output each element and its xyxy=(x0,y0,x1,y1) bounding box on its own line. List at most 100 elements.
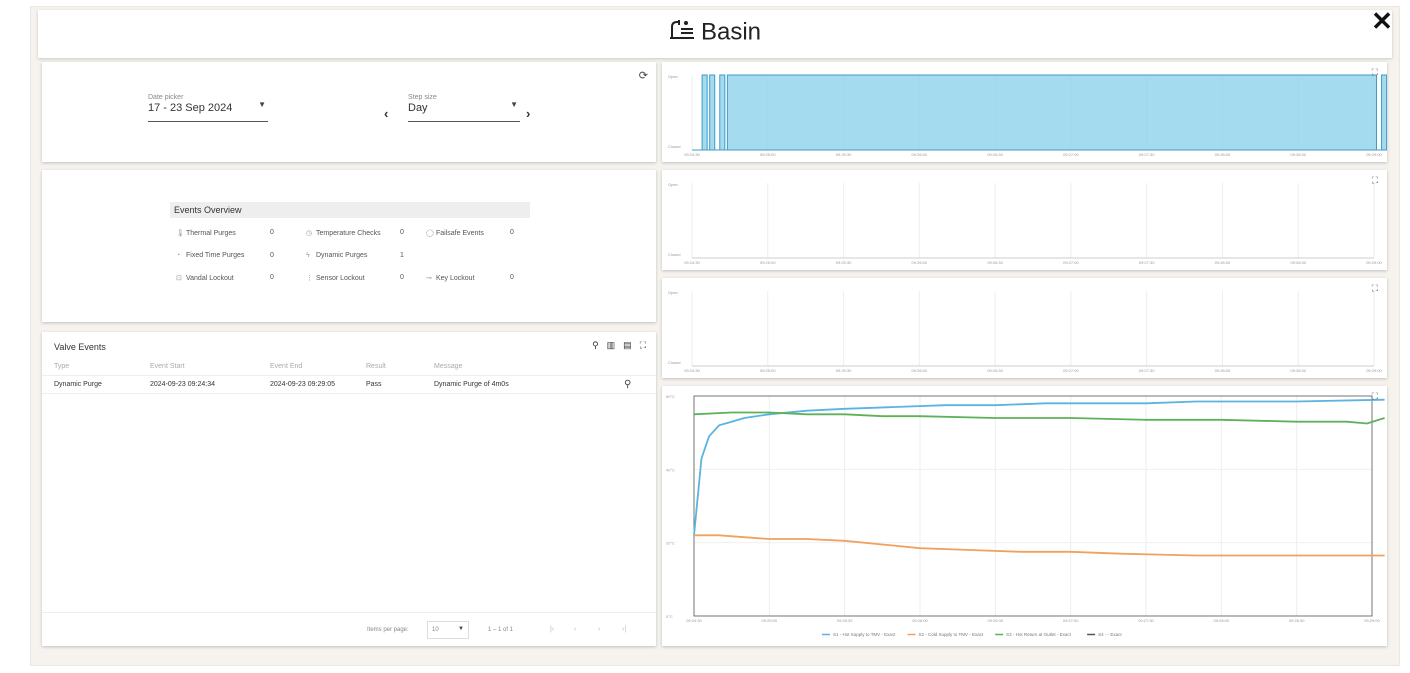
next-step-button[interactable]: › xyxy=(526,106,530,121)
column-header-event-start[interactable]: Event Start xyxy=(138,363,258,370)
fullscreen-icon[interactable]: ⛶ xyxy=(1372,175,1378,186)
chevron-down-icon: ▼ xyxy=(510,100,518,109)
x-tick-label: 09:26:30 xyxy=(987,152,1003,157)
table-row[interactable]: Dynamic Purge 2024-09-23 09:24:34 2024-0… xyxy=(42,376,656,394)
vandal-lockout-item: ⊡ Vandal Lockout xyxy=(170,274,270,282)
table-header-row: Type Event Start Event End Result Messag… xyxy=(42,358,656,376)
x-tick-label: 09:27:30 xyxy=(1138,618,1154,623)
legend-label-s3: S3 - Hot Return at Outlet - Exact xyxy=(1006,632,1072,637)
items-per-page-value: 10 xyxy=(432,627,439,633)
x-tick-label: 09:26:00 xyxy=(912,152,928,157)
row-search-icon[interactable]: ⚲ xyxy=(612,379,652,390)
prev-step-button[interactable]: ‹ xyxy=(384,106,388,121)
x-tick-label: 09:28:00 xyxy=(1214,618,1230,623)
y-tick-label: Closed xyxy=(668,360,680,365)
last-page-button[interactable]: ›| xyxy=(622,626,626,633)
thermal-purges-value: 0 xyxy=(270,229,274,236)
y-tick-label: Open xyxy=(668,74,678,79)
fixed-time-purges-item: ◔ Fixed Time Purges xyxy=(170,252,270,259)
columns-icon[interactable]: ▥ xyxy=(607,340,616,351)
x-tick-label: 09:28:30 xyxy=(1289,618,1305,623)
x-tick-label: 09:26:00 xyxy=(912,260,928,265)
x-tick-label: 09:26:00 xyxy=(912,368,928,373)
x-tick-label: 09:25:30 xyxy=(836,260,852,265)
modal-header: Basin xyxy=(38,10,1392,58)
close-button[interactable]: ✕ xyxy=(1368,8,1396,36)
x-tick-label: 09:27:30 xyxy=(1139,368,1155,373)
series-line-s1 xyxy=(693,398,1385,536)
x-tick-label: 09:28:30 xyxy=(1290,152,1306,157)
sensor-lockout-label: Sensor Lockout xyxy=(316,275,365,282)
vandal-lockout-value: 0 xyxy=(270,274,274,281)
export-icon[interactable]: ▤ xyxy=(623,340,632,351)
key-lockout-item: ⊸ Key Lockout xyxy=(420,274,510,282)
temperature-checks-value: 0 xyxy=(400,229,404,236)
refresh-icon[interactable]: ⟳ xyxy=(639,69,648,82)
valve-state-chart-3: 09:24:30 09:25:00 09:25:30 09:26:00 09:26:30… xyxy=(662,278,1387,378)
column-header-message[interactable]: Message xyxy=(422,363,612,370)
first-page-button[interactable]: |‹ xyxy=(550,626,554,633)
fullscreen-icon[interactable]: ⛶ xyxy=(1372,391,1378,402)
search-icon[interactable]: ⚲ xyxy=(592,340,599,351)
prev-page-button[interactable]: ‹ xyxy=(574,626,576,633)
vandal-lockout-label: Vandal Lockout xyxy=(186,275,234,282)
legend-label-s4: S4 - - Exact xyxy=(1098,632,1122,637)
step-size-select[interactable]: Step size Day ▼ xyxy=(408,94,520,122)
x-tick-label: 09:26:30 xyxy=(987,260,1003,265)
fullscreen-icon[interactable]: ⛶ xyxy=(640,340,646,351)
x-tick-label: 09:25:30 xyxy=(837,618,853,623)
x-tick-label: 09:25:00 xyxy=(762,618,778,623)
column-header-type[interactable]: Type xyxy=(42,363,138,370)
cell-event-end: 2024-09-23 09:29:05 xyxy=(270,381,335,388)
x-tick-label: 09:26:00 xyxy=(912,618,928,623)
thermal-purges-item: 🌡Thermal Purges xyxy=(170,229,270,237)
valve-state-chart-2-svg: 09:24:30 09:25:00 09:25:30 09:26:00 09:26:30… xyxy=(668,182,1383,265)
series-line-s2 xyxy=(694,534,1385,557)
x-tick-label: 09:27:30 xyxy=(1139,152,1155,157)
x-tick-label: 09:26:30 xyxy=(987,368,1003,373)
shield-icon: ◯ xyxy=(426,230,434,237)
page-range: 1 – 1 of 1 xyxy=(488,627,514,633)
x-tick-label: 09:28:30 xyxy=(1290,260,1306,265)
fixed-time-purges-value: 0 xyxy=(270,252,274,259)
x-tick-label: 09:28:30 xyxy=(1290,368,1306,373)
x-tick-label: 09:27:00 xyxy=(1063,152,1079,157)
date-picker-field[interactable]: Date picker 17 - 23 Sep 2024 ▼ xyxy=(148,94,268,122)
page-title: Basin xyxy=(38,18,1392,47)
step-size-label: Step size xyxy=(408,94,437,101)
y-tick-label: Closed xyxy=(668,144,680,149)
x-tick-label: 09:27:00 xyxy=(1063,368,1079,373)
legend-label-s1: S1 - Hot Supply to TMV - Exact xyxy=(833,632,896,637)
column-header-result[interactable]: Result xyxy=(354,363,422,370)
failsafe-events-item: ◯ Failsafe Events xyxy=(420,229,510,237)
x-tick-label: 09:25:00 xyxy=(760,368,776,373)
x-tick-label: 09:25:00 xyxy=(760,260,776,265)
x-tick-label: 09:29:00 xyxy=(1366,260,1382,265)
thermometer-icon: 🌡 xyxy=(176,230,185,237)
y-tick-label: Open xyxy=(668,290,678,295)
sensor-lockout-item: ⋮ Sensor Lockout xyxy=(300,274,400,282)
column-header-event-end[interactable]: Event End xyxy=(258,363,354,370)
x-tick-label: 09:28:00 xyxy=(1215,152,1231,157)
valve-state-chart-1-svg: 09:24:30 09:25:00 09:25:30 09:26:00 09:26:30… xyxy=(668,74,1387,157)
next-page-button[interactable]: › xyxy=(598,626,600,633)
legend-label-s2: S2 - Cold Supply to TMV - Exact xyxy=(919,632,984,637)
events-overview-panel: Events Overview 🌡Thermal Purges 0 ◷ Tempe… xyxy=(42,170,656,322)
y-tick-label: 40°C xyxy=(666,467,675,472)
cell-type: Dynamic Purge xyxy=(54,381,102,388)
fullscreen-icon[interactable]: ⛶ xyxy=(1372,67,1378,78)
x-tick-label: 09:27:30 xyxy=(1139,260,1155,265)
fullscreen-icon[interactable]: ⛶ xyxy=(1372,283,1378,294)
items-per-page-select[interactable]: 10 ▼ xyxy=(427,621,469,639)
dynamic-purges-item: ϟ Dynamic Purges xyxy=(300,252,400,259)
date-picker-label: Date picker xyxy=(148,94,184,101)
events-overview-title: Events Overview xyxy=(170,202,530,218)
temperature-chart: 09:24:30 09:25:00 09:25:30 09:26:00 09:26:30… xyxy=(662,386,1387,646)
x-tick-label: 09:25:30 xyxy=(836,152,852,157)
key-icon: ⊸ xyxy=(426,275,432,282)
x-tick-label: 09:24:30 xyxy=(686,618,702,623)
cell-result: Pass xyxy=(366,381,382,388)
temperature-checks-label: Temperature Checks xyxy=(316,230,381,237)
y-tick-label: Closed xyxy=(668,252,680,257)
x-tick-label: 09:26:30 xyxy=(988,618,1004,623)
